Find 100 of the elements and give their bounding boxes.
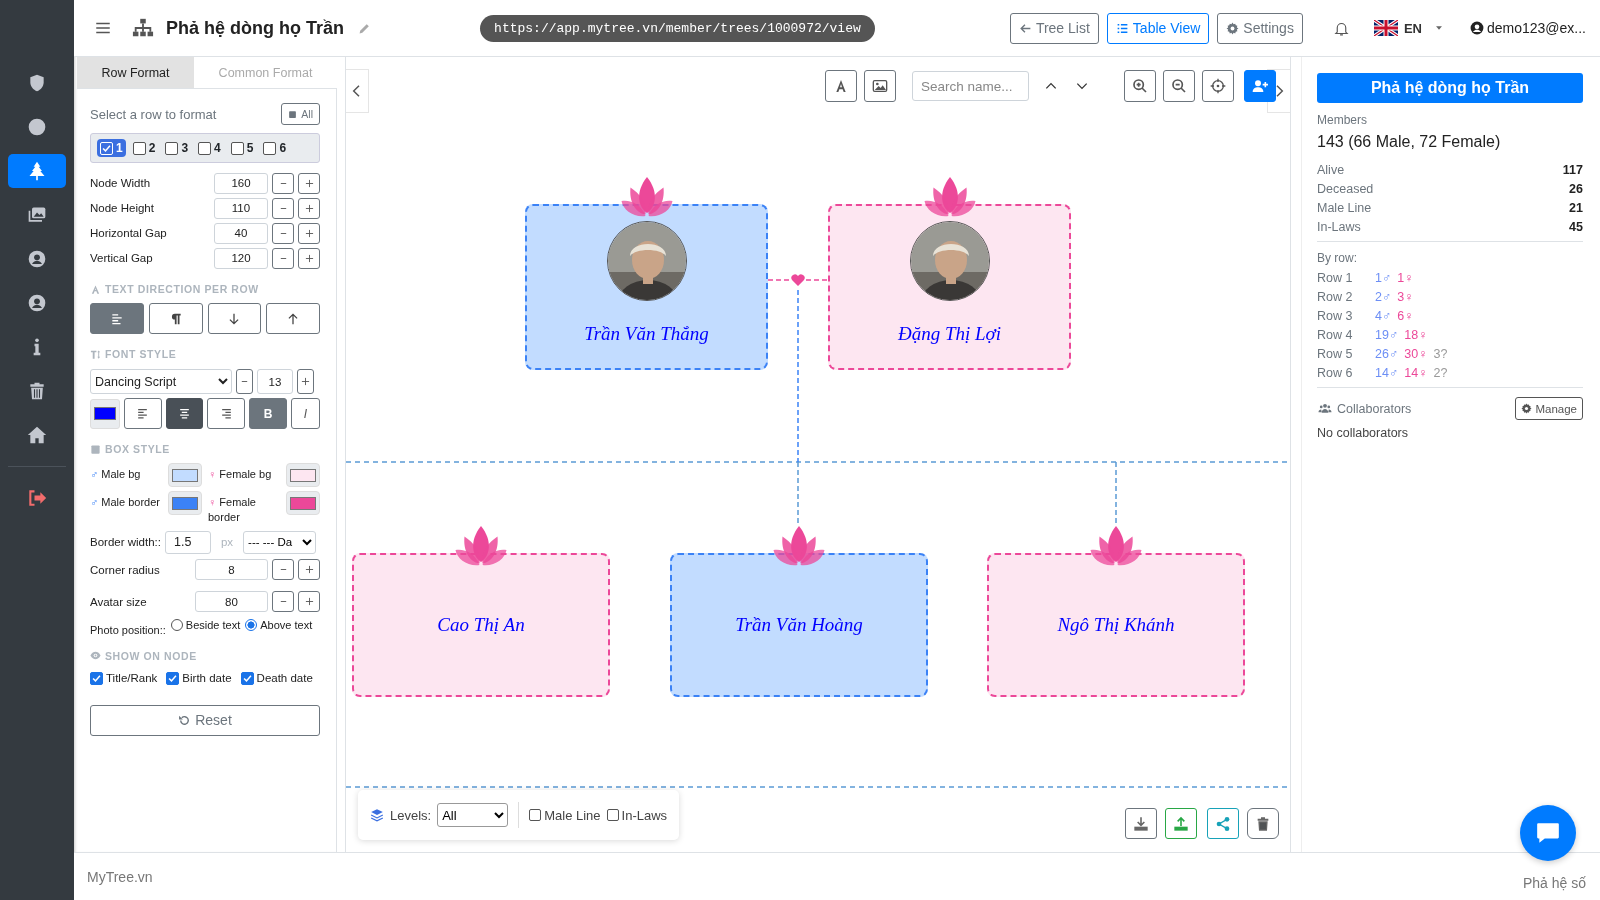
- empty-message: No collaborators: [1317, 426, 1409, 440]
- color-picker[interactable]: [286, 463, 320, 487]
- number-field[interactable]: 80: [195, 591, 268, 613]
- number-field[interactable]: 1.5: [164, 530, 211, 554]
- color-picker[interactable]: [168, 463, 202, 487]
- share-button[interactable]: [1207, 808, 1239, 839]
- number-field[interactable]: 40: [214, 222, 268, 244]
- number-field[interactable]: 110: [214, 197, 268, 219]
- increment-button[interactable]: [298, 591, 320, 613]
- footer-text: Phả hệ số: [1522, 874, 1586, 891]
- search-field[interactable]: Search name...: [912, 71, 1029, 101]
- user-icon: [1469, 21, 1484, 35]
- trash-icon: [27, 381, 47, 401]
- checkbox-option[interactable]: Birth date: [166, 671, 232, 685]
- checkbox[interactable]: [606, 809, 619, 821]
- upload-button[interactable]: [1165, 808, 1197, 839]
- person-node[interactable]: Trần Văn Hoàng: [670, 553, 928, 697]
- zoom-out-button[interactable]: [1163, 70, 1195, 102]
- align-button[interactable]: [123, 398, 162, 429]
- decrement-button[interactable]: [272, 172, 294, 194]
- zoom-in-button[interactable]: [1124, 70, 1156, 102]
- tab[interactable]: Row Format: [77, 57, 194, 88]
- bold-button[interactable]: B: [249, 398, 288, 429]
- direction-button[interactable]: [266, 303, 320, 334]
- reset-button[interactable]: Reset: [90, 704, 320, 736]
- checkbox[interactable]: [166, 671, 180, 685]
- align-button[interactable]: [165, 398, 204, 429]
- increment-button[interactable]: [298, 247, 320, 269]
- row-option[interactable]: 1: [97, 139, 126, 157]
- checkbox-option[interactable]: Death date: [240, 671, 313, 685]
- increment-button[interactable]: [298, 559, 320, 581]
- checkbox[interactable]: [230, 141, 244, 155]
- checkbox[interactable]: [165, 141, 179, 155]
- color-picker[interactable]: [286, 491, 320, 515]
- decrement-button[interactable]: [272, 222, 294, 244]
- increment-button[interactable]: [297, 369, 314, 394]
- number-field[interactable]: 160: [214, 172, 268, 194]
- photo-button[interactable]: [864, 70, 896, 102]
- row-option[interactable]: 5: [227, 139, 257, 157]
- nav-item[interactable]: [8, 154, 66, 188]
- checkbox[interactable]: [529, 809, 542, 821]
- checkbox-option[interactable]: Male Line: [529, 807, 601, 823]
- delete-button[interactable]: [1247, 808, 1279, 839]
- border-style-select[interactable]: --- --- Da: [243, 530, 317, 554]
- row-number: 5: [246, 141, 254, 155]
- decrement-button[interactable]: [272, 591, 294, 613]
- select-all-button[interactable]: All: [281, 103, 320, 125]
- row-option[interactable]: 3: [162, 139, 192, 157]
- radio-button[interactable]: [170, 618, 183, 631]
- direction-button[interactable]: [148, 303, 203, 334]
- color-picker[interactable]: [90, 398, 120, 429]
- checkbox[interactable]: [263, 141, 277, 155]
- font-select[interactable]: Dancing Script: [90, 369, 232, 394]
- radio-option[interactable]: Beside text: [170, 618, 241, 631]
- tree-title-button[interactable]: Phả hệ dòng họ Trần: [1317, 73, 1583, 103]
- levels-select[interactable]: All: [437, 803, 509, 827]
- user-menu[interactable]: demo123@ex...: [1469, 20, 1586, 36]
- language-button[interactable]: EN: [1373, 20, 1444, 36]
- row-option[interactable]: 4: [195, 139, 224, 157]
- download-button[interactable]: [1125, 808, 1157, 839]
- row-label: Row 4: [1317, 328, 1354, 342]
- add-member-button[interactable]: [1244, 70, 1276, 102]
- text-button[interactable]: [825, 70, 857, 102]
- tree-canvas[interactable]: Search name... Trần Văn Thắng Đặng Thị Lợi Cao Thị An Trần Văn Hoàng Ngô Thị Khánh Levels: All Male Line In-Laws: [345, 57, 1291, 852]
- font-size-field[interactable]: 13: [257, 369, 293, 394]
- number-field[interactable]: 120: [214, 247, 268, 269]
- checkbox-option[interactable]: In-Laws: [606, 807, 668, 823]
- decrement-button[interactable]: [272, 559, 294, 581]
- label: Levels:: [390, 807, 432, 823]
- person-node[interactable]: Trần Văn Thắng: [525, 204, 768, 370]
- center-button[interactable]: [1202, 70, 1234, 102]
- decrement-button[interactable]: [272, 247, 294, 269]
- header-button[interactable]: Table View: [1106, 12, 1210, 44]
- settings-icon: [1226, 21, 1240, 35]
- decrement-button[interactable]: [272, 197, 294, 219]
- number-field[interactable]: 8: [195, 559, 268, 581]
- radio-button[interactable]: [245, 618, 258, 631]
- checkbox[interactable]: [198, 141, 212, 155]
- header-button[interactable]: Settings: [1217, 12, 1303, 44]
- increment-button[interactable]: [298, 172, 320, 194]
- checkbox-option[interactable]: Title/Rank: [90, 671, 158, 685]
- row-option[interactable]: 2: [129, 139, 159, 157]
- decrement-button[interactable]: [236, 369, 253, 394]
- row-option[interactable]: 6: [260, 139, 290, 157]
- person-node[interactable]: Đặng Thị Lợi: [828, 204, 1071, 370]
- radio-option[interactable]: Above text: [245, 618, 313, 631]
- header-button[interactable]: Tree List: [1009, 12, 1099, 44]
- person-node[interactable]: Cao Thị An: [352, 553, 610, 697]
- increment-button[interactable]: [298, 222, 320, 244]
- checkbox[interactable]: [90, 671, 103, 685]
- align-button[interactable]: [207, 398, 246, 429]
- chat-button[interactable]: [1520, 805, 1576, 861]
- italic-button[interactable]: I: [291, 398, 320, 429]
- checkbox[interactable]: [240, 671, 254, 685]
- person-node[interactable]: Ngô Thị Khánh: [987, 553, 1245, 697]
- increment-button[interactable]: [298, 197, 320, 219]
- direction-button[interactable]: [207, 303, 262, 334]
- checkbox[interactable]: [132, 141, 146, 155]
- color-picker[interactable]: [168, 491, 202, 515]
- manage-button[interactable]: Manage: [1515, 397, 1583, 420]
